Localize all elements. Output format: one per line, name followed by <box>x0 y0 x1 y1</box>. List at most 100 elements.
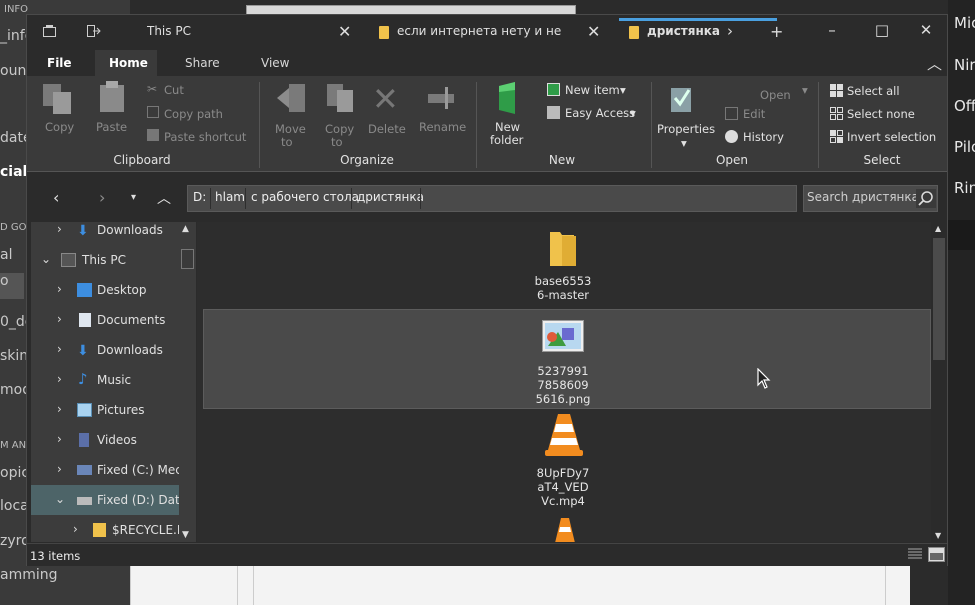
file-name-line: base6553 <box>534 274 592 288</box>
nav-item-drive-c[interactable]: › Fixed (C:) Мест <box>31 455 180 485</box>
new-tab-icon[interactable]: + <box>770 22 783 41</box>
search-box[interactable]: Search дристянка <box>803 185 938 212</box>
ribbon-tab-bar: File Home Share View ︿ <box>27 50 947 76</box>
new-item-button[interactable]: New item <box>565 83 620 97</box>
close-tab-icon[interactable]: ✕ <box>587 22 600 41</box>
tab-file[interactable]: File <box>47 56 72 70</box>
bg-label: INFO <box>4 4 29 15</box>
desktop-icon <box>77 283 92 297</box>
breadcrumb[interactable]: с рабочего стола <box>251 190 359 204</box>
tab-active[interactable]: дристянка <box>647 24 737 38</box>
rename-button[interactable]: Rename <box>419 120 466 134</box>
copy-button[interactable]: Copy <box>45 120 74 134</box>
clipboard-group-label: Clipboard <box>113 153 171 167</box>
large-icons-view-icon[interactable] <box>928 547 945 562</box>
delete-button[interactable]: Delete <box>368 122 406 136</box>
dropdown-arrow-icon[interactable]: ▾ <box>620 83 626 97</box>
tab-home[interactable]: Home <box>109 56 148 70</box>
nav-item-music[interactable]: › ♪ Music <box>31 365 180 395</box>
bg-label: loca <box>0 498 29 514</box>
cut-button[interactable]: Cut <box>164 83 184 97</box>
dropdown-arrow-icon[interactable]: ▾ <box>681 136 687 150</box>
folder-icon <box>629 26 639 39</box>
search-icon[interactable] <box>916 189 936 208</box>
open-button[interactable]: Open <box>760 88 791 102</box>
maximize-icon[interactable]: □ <box>872 21 892 39</box>
tab-internet[interactable]: если интернета нету и не буд <box>397 24 563 38</box>
status-bar: 13 items <box>27 543 947 566</box>
search-input[interactable]: Search дристянка <box>807 190 919 204</box>
tab-scroll-right-icon[interactable]: › <box>727 22 733 40</box>
copy-to-button[interactable]: Copy <box>325 122 354 136</box>
tab-share[interactable]: Share <box>185 56 220 70</box>
nav-item-videos[interactable]: › Videos <box>31 425 180 455</box>
nav-item-downloads[interactable]: › ⬇ Downloads <box>31 222 180 245</box>
nav-scroll-thumb[interactable] <box>181 249 194 269</box>
address-bar[interactable]: D: hlam с рабочего стола дристянка <box>187 185 797 212</box>
new-folder-icon <box>493 80 523 119</box>
nav-item-this-pc[interactable]: ⌄ This PC <box>31 245 180 275</box>
nav-item-downloads[interactable]: › ⬇ Downloads <box>31 335 180 365</box>
ribbon-separator <box>259 82 260 168</box>
item-count: 13 items <box>30 549 81 563</box>
navigation-pane: › ⬇ Downloads ⌄ This PC › Desktop › Docu… <box>31 222 196 542</box>
scroll-up-icon[interactable]: ▲ <box>182 224 189 234</box>
file-scroll-thumb[interactable] <box>933 238 945 360</box>
paste-button[interactable]: Paste <box>96 120 127 134</box>
dropdown-arrow-icon[interactable]: ▾ <box>802 83 808 97</box>
nav-scrollbar[interactable]: ▲ ▼ <box>179 222 196 542</box>
history-button[interactable]: History <box>743 130 784 144</box>
scroll-down-icon[interactable]: ▼ <box>935 531 941 540</box>
invert-selection-button[interactable]: Invert selection <box>847 130 936 144</box>
properties-button[interactable]: Properties <box>657 122 715 136</box>
bg-label: Nir <box>954 56 975 74</box>
select-none-button[interactable]: Select none <box>847 107 915 121</box>
breadcrumb-drive[interactable]: D: <box>193 190 206 204</box>
file-name-line: aT4_VED <box>537 480 589 494</box>
drive-icon <box>77 497 92 505</box>
move-to-button[interactable]: Move <box>275 122 306 136</box>
collapse-ribbon-icon[interactable]: ︿ <box>927 53 942 74</box>
edit-icon <box>725 107 738 120</box>
copy-icon <box>41 82 75 119</box>
forward-button[interactable]: › <box>99 188 105 207</box>
close-tab-icon[interactable]: ✕ <box>338 22 351 41</box>
up-button[interactable]: ︿ <box>157 188 171 208</box>
breadcrumb[interactable]: дристянка <box>357 190 424 204</box>
tab-this-pc[interactable]: This PC <box>147 24 227 38</box>
tab-view[interactable]: View <box>261 56 289 70</box>
close-window-icon[interactable]: ✕ <box>916 21 936 39</box>
title-bar[interactable]: This PC ✕ если интернета нету и не буд ✕… <box>27 15 947 50</box>
scroll-up-icon[interactable]: ▲ <box>935 224 941 233</box>
dropdown-arrow-icon[interactable]: ▾ <box>630 106 636 120</box>
back-button[interactable]: ‹ <box>53 188 59 207</box>
new-window-icon[interactable] <box>87 25 101 41</box>
folder-icon <box>93 523 106 537</box>
file-name-line: 7858609 <box>537 378 589 392</box>
nav-item-pictures[interactable]: › Pictures <box>31 395 180 425</box>
minimize-icon[interactable]: – <box>822 21 842 39</box>
recent-locations-icon[interactable]: ▾ <box>131 192 136 203</box>
nav-item-drive-d[interactable]: ⌄ Fixed (D:) Data <box>31 485 180 515</box>
nav-item-desktop[interactable]: › Desktop <box>31 275 180 305</box>
window-menu-icon[interactable] <box>43 25 56 41</box>
nav-label: Pictures <box>97 403 145 417</box>
select-all-button[interactable]: Select all <box>847 84 900 98</box>
copy-path-button[interactable]: Copy path <box>164 107 223 121</box>
pictures-icon <box>77 403 92 417</box>
paste-shortcut-button[interactable]: Paste shortcut <box>164 130 246 144</box>
new-folder-button[interactable]: New <box>495 120 520 134</box>
nav-item-documents[interactable]: › Documents <box>31 305 180 335</box>
easy-access-button[interactable]: Easy Access <box>565 106 635 120</box>
file-list-scrollbar[interactable]: ▲ ▼ <box>931 222 947 542</box>
details-view-icon[interactable] <box>907 547 923 565</box>
edit-button[interactable]: Edit <box>743 107 765 121</box>
bg-label: M AN <box>0 440 27 451</box>
cut-icon: ✂ <box>147 82 158 96</box>
nav-item-recycle[interactable]: › $RECYCLE.B <box>31 515 180 542</box>
scroll-down-icon[interactable]: ▼ <box>182 530 189 540</box>
nav-label: Music <box>97 373 132 387</box>
vlc-icon[interactable] <box>553 517 577 542</box>
nav-label: Fixed (D:) Data <box>97 493 180 507</box>
breadcrumb[interactable]: hlam <box>215 190 245 204</box>
